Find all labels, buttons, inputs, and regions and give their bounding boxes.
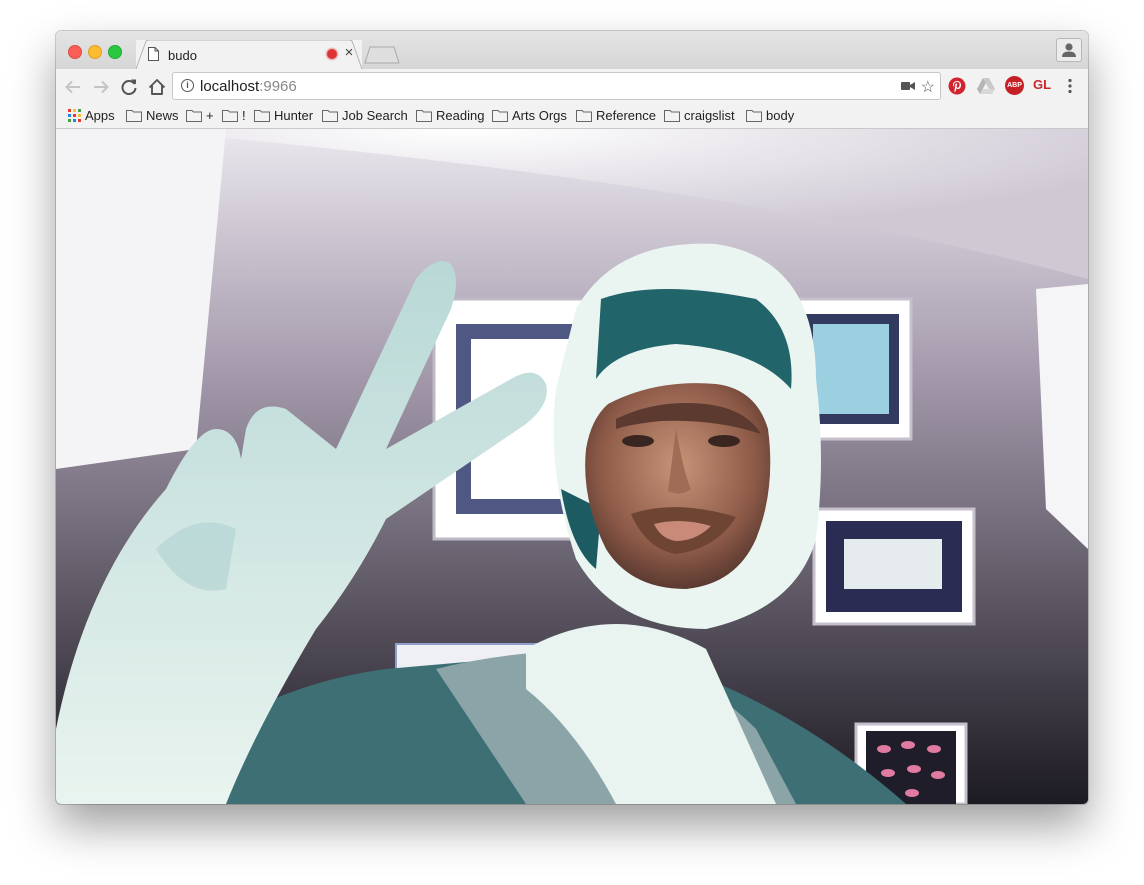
bookmark-star-icon[interactable]: ☆ xyxy=(921,77,935,97)
folder-icon xyxy=(222,110,238,122)
bookmark-folder-exclamation[interactable]: ! xyxy=(222,108,246,123)
bookmark-folder-body[interactable]: body xyxy=(746,108,794,123)
folder-icon xyxy=(576,110,592,122)
bookmark-label: + xyxy=(206,108,214,123)
apps-grid-icon xyxy=(68,109,81,122)
maximize-window-button[interactable] xyxy=(108,45,122,59)
bookmark-label: ! xyxy=(242,108,246,123)
person-icon xyxy=(1062,43,1076,57)
bookmark-label: Arts Orgs xyxy=(512,108,567,123)
bookmark-label: News xyxy=(146,108,179,123)
folder-icon xyxy=(664,110,680,122)
bookmark-folder-reading[interactable]: Reading xyxy=(416,108,484,123)
minimize-window-button[interactable] xyxy=(88,45,102,59)
folder-icon xyxy=(126,110,142,122)
url-host: localhost xyxy=(200,78,260,95)
folder-icon xyxy=(186,110,202,122)
browser-toolbar: i localhost:9966 ☆ ABP GL xyxy=(56,69,1088,104)
bookmark-apps[interactable]: Apps xyxy=(68,108,115,123)
address-bar[interactable]: i localhost:9966 ☆ xyxy=(172,72,941,100)
forward-arrow-icon[interactable] xyxy=(90,76,112,98)
bookmark-label: body xyxy=(766,108,795,123)
browser-window: budo × i localhost:9966 ☆ ABP GL Apps Ne… xyxy=(56,31,1088,804)
url-port: :9966 xyxy=(259,78,297,95)
tab-budo[interactable]: budo × xyxy=(136,40,362,69)
tab-strip: budo × xyxy=(56,31,1088,69)
menu-kebab-icon[interactable] xyxy=(1064,77,1076,95)
new-tab-button[interactable] xyxy=(364,46,400,64)
bookmark-label: craigslist xyxy=(684,108,735,123)
recording-indicator-icon xyxy=(327,49,337,59)
home-icon[interactable] xyxy=(146,76,168,98)
folder-icon xyxy=(322,110,338,122)
adblock-plus-icon[interactable]: ABP xyxy=(1005,76,1024,95)
bookmark-folder-craigslist[interactable]: craigslist xyxy=(664,108,735,123)
webcam-canvas xyxy=(56,129,1088,804)
bookmark-folder-job-search[interactable]: Job Search xyxy=(322,108,408,123)
bookmark-folder-news[interactable]: News xyxy=(126,108,179,123)
reload-icon[interactable] xyxy=(118,76,140,98)
bookmark-label: Job Search xyxy=(342,108,408,123)
profile-button[interactable] xyxy=(1056,38,1082,62)
back-arrow-icon[interactable] xyxy=(62,76,84,98)
page-icon xyxy=(148,47,159,61)
close-window-button[interactable] xyxy=(68,45,82,59)
tab-close-button[interactable]: × xyxy=(343,44,355,61)
bookmark-folder-plus[interactable]: + xyxy=(186,108,214,123)
bookmark-label: Hunter xyxy=(274,108,314,123)
bookmark-label: Apps xyxy=(85,108,115,123)
gl-extension-icon[interactable]: GL xyxy=(1033,77,1051,92)
google-drive-icon[interactable] xyxy=(976,77,996,95)
folder-icon xyxy=(416,110,432,122)
tab-title: budo xyxy=(168,48,197,63)
bookmark-label: Reading xyxy=(436,108,485,123)
bookmark-folder-reference[interactable]: Reference xyxy=(576,108,656,123)
bookmark-folder-hunter[interactable]: Hunter xyxy=(254,108,313,123)
pinterest-icon[interactable] xyxy=(948,77,966,95)
bookmarks-bar: Apps News + ! Hunter Job Search Reading … xyxy=(56,104,1088,129)
camera-in-use-icon[interactable] xyxy=(901,81,915,91)
url-text[interactable]: localhost:9966 xyxy=(200,78,297,95)
bookmark-folder-arts-orgs[interactable]: Arts Orgs xyxy=(492,108,567,123)
bookmark-label: Reference xyxy=(596,108,656,123)
webcam-feed-image xyxy=(56,129,1088,804)
folder-icon xyxy=(254,110,270,122)
folder-icon xyxy=(746,110,762,122)
site-info-icon[interactable]: i xyxy=(181,79,194,92)
folder-icon xyxy=(492,110,508,122)
